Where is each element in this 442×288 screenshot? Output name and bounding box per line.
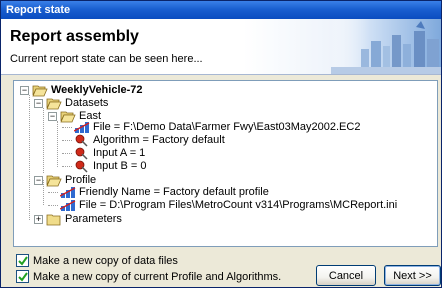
header-subtitle: Current report state can be seen here... — [10, 53, 203, 65]
file-tool-icon — [59, 186, 76, 199]
tree-node-friendly-name[interactable]: Friendly Name = Factory default profile — [59, 186, 269, 199]
copy-profile-option[interactable]: Make a new copy of current Profile and A… — [16, 269, 281, 284]
file-tool-icon — [73, 121, 90, 134]
tree-input-b-label: Input B = 0 — [93, 160, 147, 172]
collapse-profile-icon[interactable]: − — [34, 176, 43, 185]
tree-node-input-a[interactable]: Input A = 1 — [74, 147, 145, 160]
copy-data-files-option[interactable]: Make a new copy of data files — [16, 253, 281, 268]
closed-folder-icon — [46, 213, 62, 226]
open-folder-icon — [46, 97, 62, 110]
copy-profile-label: Make a new copy of current Profile and A… — [33, 270, 282, 283]
tree-root-label: WeeklyVehicle-72 — [51, 84, 143, 96]
tree-input-a-label: Input A = 1 — [93, 147, 146, 159]
collapse-datasets-icon[interactable]: − — [34, 99, 43, 108]
report-state-dialog: Report state Report assembly Current rep… — [0, 0, 442, 288]
red-pin-icon — [74, 160, 90, 173]
red-pin-icon — [74, 134, 90, 147]
copy-data-files-checkbox[interactable] — [16, 254, 29, 267]
tree-node-input-b[interactable]: Input B = 0 — [74, 160, 147, 173]
tree-datasets-label: Datasets — [65, 97, 109, 109]
tree-node-datasets[interactable]: − Datasets — [34, 97, 108, 110]
tree-east-file-label: File = F:\Demo Data\Farmer Fwy\East03May… — [93, 121, 361, 133]
tree-algorithm-label: Algorithm = Factory default — [93, 134, 225, 146]
copy-data-files-label: Make a new copy of data files — [33, 254, 178, 267]
city-skyline-banner-image — [331, 19, 441, 74]
report-state-tree[interactable]: − WeeklyVehicle-72 − Datasets − East Fil… — [13, 80, 438, 247]
window-title: Report state — [6, 4, 71, 16]
header-title: Report assembly — [10, 28, 139, 45]
open-folder-icon — [32, 84, 48, 97]
dialog-header: Report assembly Current report state can… — [1, 19, 441, 75]
next-button[interactable]: Next >> — [384, 265, 441, 286]
window-title-bar[interactable]: Report state — [1, 1, 441, 19]
red-pin-icon — [74, 147, 90, 160]
collapse-east-icon[interactable]: − — [48, 112, 57, 121]
cancel-button[interactable]: Cancel — [316, 265, 376, 286]
tree-node-east-file[interactable]: File = F:\Demo Data\Farmer Fwy\East03May… — [73, 121, 361, 134]
tree-node-profile-file[interactable]: File = D:\Program Files\MetroCount v314\… — [59, 199, 398, 212]
file-tool-icon — [59, 199, 76, 212]
tree-friendly-name-label: Friendly Name = Factory default profile — [79, 186, 269, 198]
collapse-root-icon[interactable]: − — [20, 86, 29, 95]
expand-parameters-icon[interactable]: + — [34, 215, 43, 224]
tree-node-parameters[interactable]: + Parameters — [34, 213, 122, 226]
copy-profile-checkbox[interactable] — [16, 270, 29, 283]
tree-node-algorithm[interactable]: Algorithm = Factory default — [74, 134, 225, 147]
tree-parameters-label: Parameters — [65, 213, 122, 225]
tree-profile-file-label: File = D:\Program Files\MetroCount v314\… — [79, 199, 398, 211]
copy-options: Make a new copy of data files Make a new… — [16, 253, 281, 285]
tree-node-root[interactable]: − WeeklyVehicle-72 — [20, 84, 143, 97]
